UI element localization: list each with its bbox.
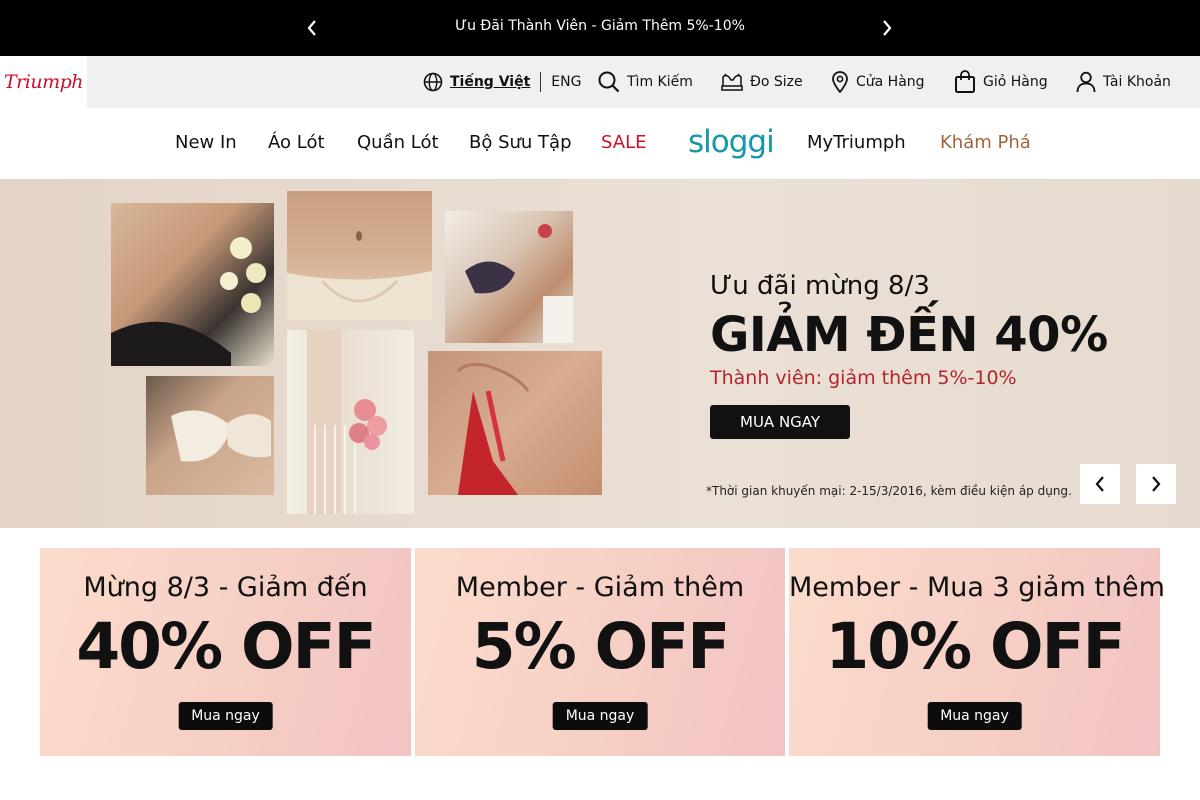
map-pin-icon <box>832 71 848 93</box>
chevron-right-icon <box>1152 476 1161 492</box>
promo-card-title: Mừng 8/3 - Giảm đến <box>83 572 368 603</box>
language-divider <box>540 72 542 92</box>
nav-bras[interactable]: Áo Lót <box>268 132 325 153</box>
promo-card-discount: 10% OFF <box>825 610 1125 683</box>
hero-photo-dark-bra <box>445 211 573 343</box>
account-label: Tài Khoản <box>1103 74 1171 90</box>
search-icon <box>598 71 620 93</box>
announcement-next-button[interactable] <box>876 17 898 39</box>
nav-sloggi-logo[interactable]: sloggi <box>688 124 775 160</box>
account-button[interactable]: Tài Khoản <box>1076 56 1171 108</box>
size-guide-button[interactable]: Đo Size <box>721 56 803 108</box>
nav-sale[interactable]: SALE <box>601 132 646 153</box>
announcement-text: Ưu Đãi Thành Viên - Giảm Thêm 5%-10% <box>455 18 745 34</box>
hero-photo-pink-flower <box>287 330 414 514</box>
nav-collections[interactable]: Bộ Sưu Tập <box>469 132 572 153</box>
cart-button[interactable]: Giỏ Hàng <box>954 56 1048 108</box>
shopping-bag-icon <box>955 70 975 93</box>
nav-explore[interactable]: Khám Phá <box>940 132 1031 153</box>
hero-title: GIẢM ĐẾN 40% <box>710 307 1108 363</box>
search-label: Tìm Kiếm <box>627 74 693 90</box>
announcement-bar: Ưu Đãi Thành Viên - Giảm Thêm 5%-10% <box>0 0 1200 56</box>
main-navigation: New In Áo Lót Quần Lót Bộ Sưu Tập SALE s… <box>0 108 1200 179</box>
chevron-left-icon <box>1095 476 1104 492</box>
promo-shop-now-button[interactable]: Mua ngay <box>552 702 648 730</box>
promo-card-title: Member - Giảm thêm <box>455 572 745 603</box>
triumph-logo: Triumph <box>4 71 84 93</box>
nav-mytriumph[interactable]: MyTriumph <box>807 132 906 153</box>
promo-card-title: Member - Mua 3 giảm thêm <box>789 572 1165 603</box>
hero-photo-bra-flowers <box>111 203 274 366</box>
hero-photo-panty <box>287 191 432 320</box>
promo-card-5-off[interactable]: Member - Giảm thêm 5% OFF Mua ngay <box>415 548 785 756</box>
globe-icon <box>423 72 443 92</box>
promo-card-40-off[interactable]: Mừng 8/3 - Giảm đến 40% OFF Mua ngay <box>40 548 411 756</box>
bra-icon <box>721 73 743 91</box>
promo-shop-now-button[interactable]: Mua ngay <box>927 702 1022 730</box>
hero-next-button[interactable] <box>1136 464 1176 504</box>
utility-bar: Triumph Tiếng Việt ENG Tìm Kiếm Đo Size … <box>0 56 1200 108</box>
size-label: Đo Size <box>750 74 803 90</box>
chevron-right-icon <box>883 20 892 36</box>
promo-card-discount: 5% OFF <box>471 610 731 683</box>
logo-link[interactable]: Triumph <box>0 56 87 108</box>
hero-member-offer: Thành viên: giảm thêm 5%-10% <box>710 367 1017 389</box>
hero-terms-note: *Thời gian khuyến mại: 2-15/3/2016, kèm … <box>706 484 1072 498</box>
hero-banner[interactable]: Ưu đãi mừng 8/3 GIẢM ĐẾN 40% Thành viên:… <box>0 179 1200 528</box>
hero-subtitle: Ưu đãi mừng 8/3 <box>710 271 930 301</box>
language-vietnamese[interactable]: Tiếng Việt <box>450 74 530 90</box>
hero-photo-red-bra <box>428 351 602 495</box>
hero-photo-cream-bra <box>146 376 274 495</box>
hero-text-block: Ưu đãi mừng 8/3 GIẢM ĐẾN 40% Thành viên:… <box>710 271 1108 439</box>
hero-prev-button[interactable] <box>1080 464 1120 504</box>
promo-shop-now-button[interactable]: Mua ngay <box>178 702 273 730</box>
user-icon <box>1076 71 1096 93</box>
language-switcher[interactable]: Tiếng Việt ENG <box>423 56 581 108</box>
cart-label: Giỏ Hàng <box>983 74 1048 90</box>
language-english[interactable]: ENG <box>551 74 581 90</box>
stores-label: Cửa Hàng <box>856 74 925 90</box>
nav-panties[interactable]: Quần Lót <box>357 132 439 153</box>
hero-shop-now-button[interactable]: MUA NGAY <box>710 405 851 439</box>
store-locator-button[interactable]: Cửa Hàng <box>831 56 925 108</box>
nav-new-in[interactable]: New In <box>175 132 237 153</box>
promo-card-discount: 40% OFF <box>76 610 376 683</box>
search-button[interactable]: Tìm Kiếm <box>598 56 693 108</box>
promo-card-10-off[interactable]: Member - Mua 3 giảm thêm 10% OFF Mua nga… <box>789 548 1165 756</box>
